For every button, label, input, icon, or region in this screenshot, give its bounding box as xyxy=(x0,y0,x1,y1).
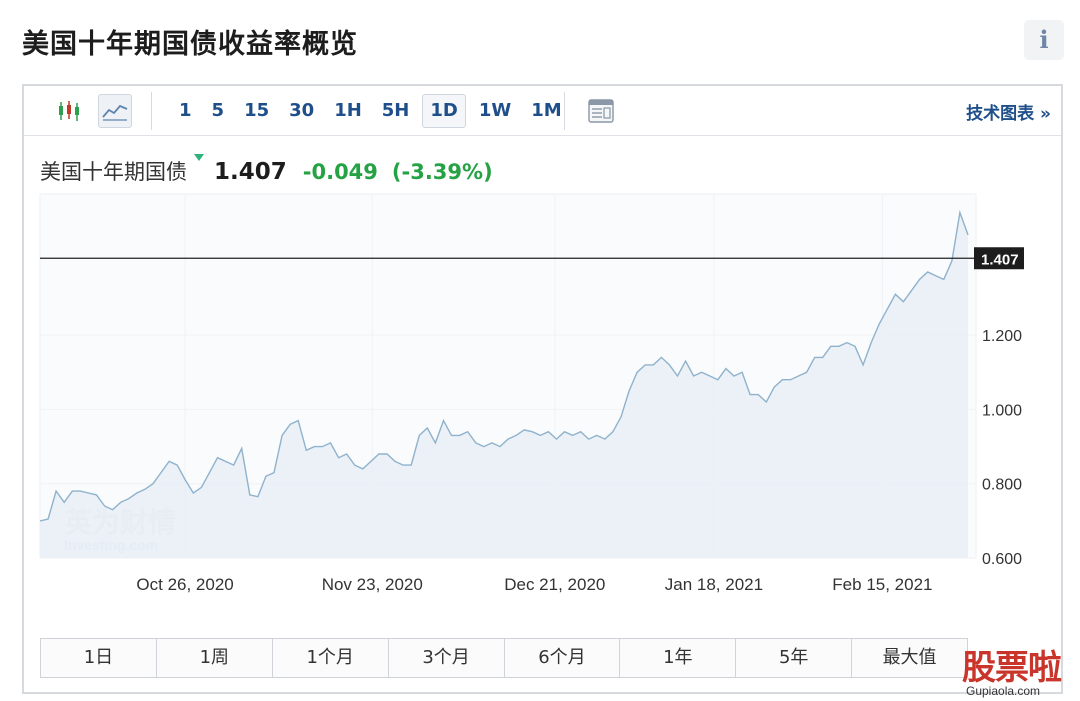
y-tick-label: 1.000 xyxy=(982,402,1022,419)
period-selector: 1日 1周 1个月 3个月 6个月 1年 5年 最大值 xyxy=(40,638,968,678)
period-button[interactable]: 3个月 xyxy=(388,639,505,677)
site-watermark-url: Gupiaola.com xyxy=(966,684,1041,698)
y-tick-label: 0.800 xyxy=(982,477,1022,494)
info-button[interactable]: i xyxy=(1024,20,1064,60)
x-tick-label: Oct 26, 2020 xyxy=(136,575,233,594)
site-watermark: 股票啦 Gupiaola.com xyxy=(958,640,1078,700)
period-button[interactable]: 6个月 xyxy=(504,639,621,677)
x-tick-label: Jan 18, 2021 xyxy=(665,575,763,594)
period-button[interactable]: 1个月 xyxy=(272,639,389,677)
page-title: 美国十年期国债收益率概览 xyxy=(22,29,358,60)
x-tick-label: Nov 23, 2020 xyxy=(322,575,423,594)
x-tick-label: Dec 21, 2020 xyxy=(504,575,605,594)
period-button[interactable]: 1年 xyxy=(620,639,737,677)
chart-widget: 1 5 15 30 1H 5H 1D 1W 1M 技术图表 » 美国十年期国债 1.407 -0… xyxy=(22,84,1063,694)
period-button[interactable]: 1日 xyxy=(41,639,157,677)
x-tick-label: Feb 15, 2021 xyxy=(832,575,932,594)
period-button[interactable]: 5年 xyxy=(736,639,853,677)
y-tick-label: 1.200 xyxy=(982,328,1022,345)
period-button[interactable]: 1周 xyxy=(156,639,273,677)
period-button[interactable]: 最大值 xyxy=(852,639,967,677)
site-watermark-title: 股票啦 xyxy=(962,648,1062,688)
current-value-label: 1.407 xyxy=(981,251,1019,268)
y-tick-label: 0.600 xyxy=(982,551,1022,568)
yield-chart[interactable]: 英为财情Investing.com1.4071.2001.0000.8000.6… xyxy=(24,86,1061,631)
